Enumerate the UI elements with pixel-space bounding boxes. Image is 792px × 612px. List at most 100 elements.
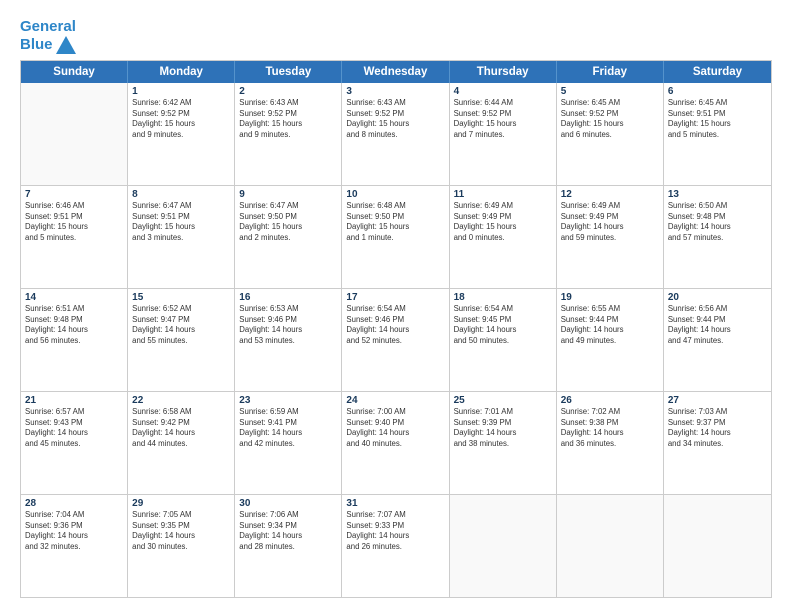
cell-info-line: Sunrise: 6:42 AM xyxy=(132,98,230,109)
cell-info-line: and 26 minutes. xyxy=(346,542,444,553)
cell-info-line: and 53 minutes. xyxy=(239,336,337,347)
cell-info-line: and 40 minutes. xyxy=(346,439,444,450)
cell-info-line: Sunrise: 6:44 AM xyxy=(454,98,552,109)
logo-blue: Blue xyxy=(20,36,53,54)
calendar-cell: 3Sunrise: 6:43 AMSunset: 9:52 PMDaylight… xyxy=(342,83,449,185)
day-number: 11 xyxy=(454,189,552,200)
cell-info-line: and 59 minutes. xyxy=(561,233,659,244)
cell-info-line: and 1 minute. xyxy=(346,233,444,244)
cell-info-line: Sunset: 9:52 PM xyxy=(132,109,230,120)
cell-info-line: Sunrise: 6:49 AM xyxy=(454,201,552,212)
cell-info-line: Sunrise: 6:46 AM xyxy=(25,201,123,212)
logo-text: General xyxy=(20,18,76,36)
cell-info-line: Daylight: 14 hours xyxy=(239,428,337,439)
cell-info-line: Daylight: 14 hours xyxy=(668,222,767,233)
cell-info-line: Sunrise: 6:59 AM xyxy=(239,407,337,418)
cell-info-line: Daylight: 14 hours xyxy=(25,428,123,439)
cell-info-line: and 52 minutes. xyxy=(346,336,444,347)
cell-info-line: Sunrise: 6:56 AM xyxy=(668,304,767,315)
calendar-cell: 13Sunrise: 6:50 AMSunset: 9:48 PMDayligh… xyxy=(664,186,771,288)
calendar-cell: 8Sunrise: 6:47 AMSunset: 9:51 PMDaylight… xyxy=(128,186,235,288)
cell-info-line: and 36 minutes. xyxy=(561,439,659,450)
logo-general: General xyxy=(20,18,76,35)
cell-info-line: Sunset: 9:36 PM xyxy=(25,521,123,532)
cell-info-line: Sunset: 9:37 PM xyxy=(668,418,767,429)
day-number: 18 xyxy=(454,292,552,303)
cell-info-line: Sunset: 9:43 PM xyxy=(25,418,123,429)
cell-info-line: Sunset: 9:40 PM xyxy=(346,418,444,429)
day-number: 16 xyxy=(239,292,337,303)
cell-info-line: Daylight: 14 hours xyxy=(668,428,767,439)
calendar-row: 28Sunrise: 7:04 AMSunset: 9:36 PMDayligh… xyxy=(21,495,771,597)
cell-info-line: Sunrise: 7:01 AM xyxy=(454,407,552,418)
cell-info-line: Daylight: 14 hours xyxy=(239,325,337,336)
cell-info-line: Sunrise: 6:54 AM xyxy=(454,304,552,315)
cell-info-line: Sunrise: 7:02 AM xyxy=(561,407,659,418)
cell-info-line: Sunset: 9:52 PM xyxy=(454,109,552,120)
calendar-cell: 18Sunrise: 6:54 AMSunset: 9:45 PMDayligh… xyxy=(450,289,557,391)
cell-info-line: Sunrise: 6:53 AM xyxy=(239,304,337,315)
day-number: 5 xyxy=(561,86,659,97)
cell-info-line: and 9 minutes. xyxy=(239,130,337,141)
cell-info-line: Daylight: 15 hours xyxy=(561,119,659,130)
cell-info-line: Sunrise: 7:00 AM xyxy=(346,407,444,418)
cell-info-line: Daylight: 14 hours xyxy=(668,325,767,336)
calendar-cell: 19Sunrise: 6:55 AMSunset: 9:44 PMDayligh… xyxy=(557,289,664,391)
cell-info-line: Sunset: 9:51 PM xyxy=(132,212,230,223)
day-number: 26 xyxy=(561,395,659,406)
cell-info-line: and 57 minutes. xyxy=(668,233,767,244)
cell-info-line: Sunrise: 6:43 AM xyxy=(239,98,337,109)
cell-info-line: Sunset: 9:50 PM xyxy=(346,212,444,223)
cell-info-line: Sunset: 9:46 PM xyxy=(239,315,337,326)
calendar-cell: 27Sunrise: 7:03 AMSunset: 9:37 PMDayligh… xyxy=(664,392,771,494)
calendar-cell: 28Sunrise: 7:04 AMSunset: 9:36 PMDayligh… xyxy=(21,495,128,597)
calendar-cell: 14Sunrise: 6:51 AMSunset: 9:48 PMDayligh… xyxy=(21,289,128,391)
day-number: 9 xyxy=(239,189,337,200)
cell-info-line: Sunset: 9:50 PM xyxy=(239,212,337,223)
weekday-header: Tuesday xyxy=(235,61,342,83)
calendar-cell: 12Sunrise: 6:49 AMSunset: 9:49 PMDayligh… xyxy=(557,186,664,288)
cell-info-line: Sunset: 9:35 PM xyxy=(132,521,230,532)
day-number: 30 xyxy=(239,498,337,509)
day-number: 14 xyxy=(25,292,123,303)
cell-info-line: Sunrise: 6:47 AM xyxy=(239,201,337,212)
cell-info-line: Sunrise: 6:55 AM xyxy=(561,304,659,315)
cell-info-line: Daylight: 14 hours xyxy=(346,428,444,439)
day-number: 8 xyxy=(132,189,230,200)
cell-info-line: Sunrise: 6:48 AM xyxy=(346,201,444,212)
calendar-cell: 21Sunrise: 6:57 AMSunset: 9:43 PMDayligh… xyxy=(21,392,128,494)
day-number: 19 xyxy=(561,292,659,303)
day-number: 12 xyxy=(561,189,659,200)
calendar-cell: 4Sunrise: 6:44 AMSunset: 9:52 PMDaylight… xyxy=(450,83,557,185)
cell-info-line: and 50 minutes. xyxy=(454,336,552,347)
weekday-header: Sunday xyxy=(21,61,128,83)
cell-info-line: Daylight: 15 hours xyxy=(668,119,767,130)
day-number: 23 xyxy=(239,395,337,406)
calendar: SundayMondayTuesdayWednesdayThursdayFrid… xyxy=(20,60,772,598)
calendar-cell: 25Sunrise: 7:01 AMSunset: 9:39 PMDayligh… xyxy=(450,392,557,494)
cell-info-line: Daylight: 15 hours xyxy=(346,119,444,130)
day-number: 1 xyxy=(132,86,230,97)
cell-info-line: Daylight: 14 hours xyxy=(561,428,659,439)
cell-info-line: Sunrise: 7:03 AM xyxy=(668,407,767,418)
cell-info-line: and 47 minutes. xyxy=(668,336,767,347)
logo-triangle-icon xyxy=(56,36,76,54)
cell-info-line: and 55 minutes. xyxy=(132,336,230,347)
cell-info-line: Sunset: 9:52 PM xyxy=(239,109,337,120)
cell-info-line: Sunset: 9:45 PM xyxy=(454,315,552,326)
cell-info-line: Daylight: 15 hours xyxy=(454,222,552,233)
cell-info-line: and 6 minutes. xyxy=(561,130,659,141)
cell-info-line: Sunrise: 6:52 AM xyxy=(132,304,230,315)
calendar-cell: 1Sunrise: 6:42 AMSunset: 9:52 PMDaylight… xyxy=(128,83,235,185)
calendar-cell: 29Sunrise: 7:05 AMSunset: 9:35 PMDayligh… xyxy=(128,495,235,597)
calendar-cell: 11Sunrise: 6:49 AMSunset: 9:49 PMDayligh… xyxy=(450,186,557,288)
cell-info-line: Sunrise: 6:45 AM xyxy=(561,98,659,109)
cell-info-line: Daylight: 14 hours xyxy=(25,531,123,542)
cell-info-line: Daylight: 15 hours xyxy=(239,222,337,233)
calendar-cell: 24Sunrise: 7:00 AMSunset: 9:40 PMDayligh… xyxy=(342,392,449,494)
day-number: 21 xyxy=(25,395,123,406)
weekday-header: Friday xyxy=(557,61,664,83)
cell-info-line: Sunset: 9:46 PM xyxy=(346,315,444,326)
calendar-cell xyxy=(450,495,557,597)
cell-info-line: and 3 minutes. xyxy=(132,233,230,244)
